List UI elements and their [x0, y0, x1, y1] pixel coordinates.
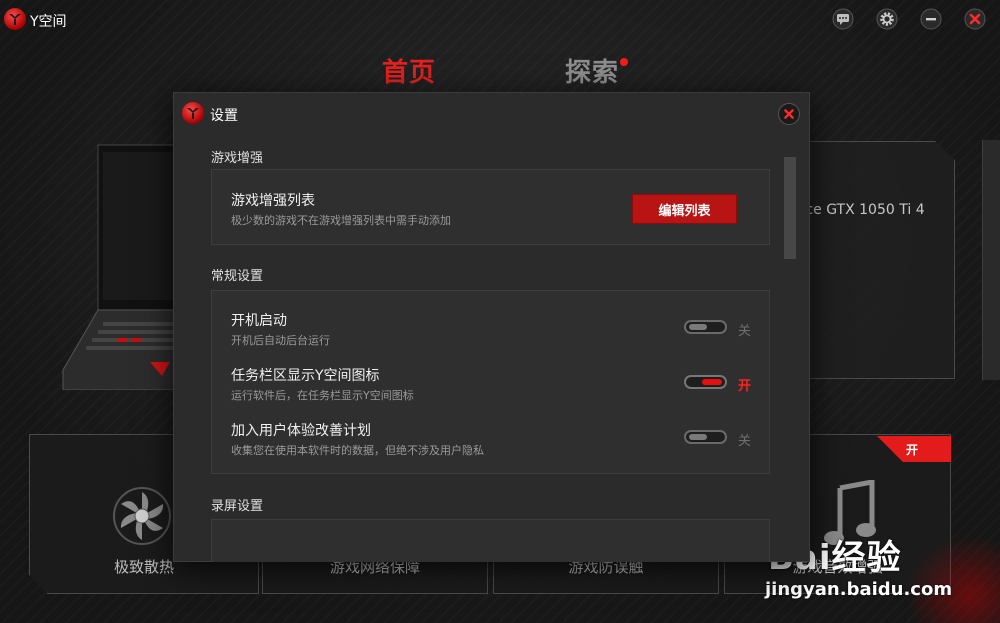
- autostart-state-label: 关: [738, 324, 752, 339]
- edit-list-button[interactable]: 编辑列表: [632, 194, 737, 224]
- taskbar-icon-toggle[interactable]: [684, 375, 727, 389]
- setting-title-game-list: 游戏增强列表: [231, 193, 315, 209]
- section-title-game-boost: 游戏增强: [211, 151, 264, 166]
- fan-icon: [113, 487, 171, 545]
- close-button[interactable]: [964, 8, 986, 30]
- gear-icon: [876, 8, 898, 30]
- setting-title-taskbar-icon: 任务栏区显示Y空间图标: [231, 368, 380, 384]
- gpu-info-panel: [790, 141, 955, 379]
- setting-desc-taskbar-icon: 运行软件后，在任务栏显示Y空间图标: [231, 389, 414, 402]
- dialog-logo: [182, 102, 204, 124]
- setting-title-autostart: 开机启动: [231, 313, 287, 329]
- app-title: Y空间: [30, 14, 67, 30]
- toggle-knob: [702, 379, 722, 385]
- minimize-button[interactable]: [920, 8, 942, 30]
- laptop-image: [62, 144, 178, 390]
- settings-dialog: 设置 游戏增强 游戏增强列表 极少数的游戏不在游戏增强列表中需手动添加 编辑列表…: [173, 92, 810, 562]
- settings-button[interactable]: [876, 8, 898, 30]
- close-icon: [964, 8, 986, 30]
- side-panel-edge: [982, 140, 1000, 380]
- minimize-icon: [920, 8, 942, 30]
- app-logo: [4, 8, 26, 30]
- red-splash-decoration: [900, 530, 1000, 623]
- tab-explore[interactable]: 探索: [565, 52, 619, 89]
- toggle-knob: [689, 434, 707, 440]
- section-title-general: 常规设置: [211, 269, 264, 284]
- feedback-icon: [832, 8, 854, 30]
- dialog-scrollbar-thumb[interactable]: [784, 157, 796, 259]
- y-logo-icon: [9, 14, 21, 25]
- section-title-recording: 录屏设置: [211, 499, 264, 514]
- setting-desc-ux-program: 收集您在使用本软件时的数据，但绝不涉及用户隐私: [231, 444, 484, 457]
- notification-dot: [620, 58, 628, 66]
- status-badge-label: 开: [906, 443, 919, 457]
- section-box-recording: [211, 519, 770, 562]
- ux-program-toggle[interactable]: [684, 430, 727, 444]
- close-icon: [784, 109, 794, 119]
- tab-home[interactable]: 首页: [382, 52, 436, 89]
- dialog-close-button[interactable]: [778, 103, 800, 125]
- setting-desc-autostart: 开机后自动后台运行: [231, 334, 330, 347]
- ux-program-state-label: 关: [738, 434, 752, 449]
- feedback-button[interactable]: [832, 8, 854, 30]
- watermark-url: jingyan.baidu.com: [765, 579, 953, 600]
- y-logo-icon: [187, 108, 199, 119]
- gpu-model-text: rce GTX 1050 Ti 4: [800, 202, 925, 218]
- taskbar-icon-state-label: 开: [738, 379, 752, 394]
- toggle-knob: [689, 324, 707, 330]
- dialog-title: 设置: [210, 108, 238, 124]
- setting-desc-game-list: 极少数的游戏不在游戏增强列表中需手动添加: [231, 214, 451, 227]
- autostart-toggle[interactable]: [684, 320, 727, 334]
- setting-title-ux-program: 加入用户体验改善计划: [231, 423, 371, 439]
